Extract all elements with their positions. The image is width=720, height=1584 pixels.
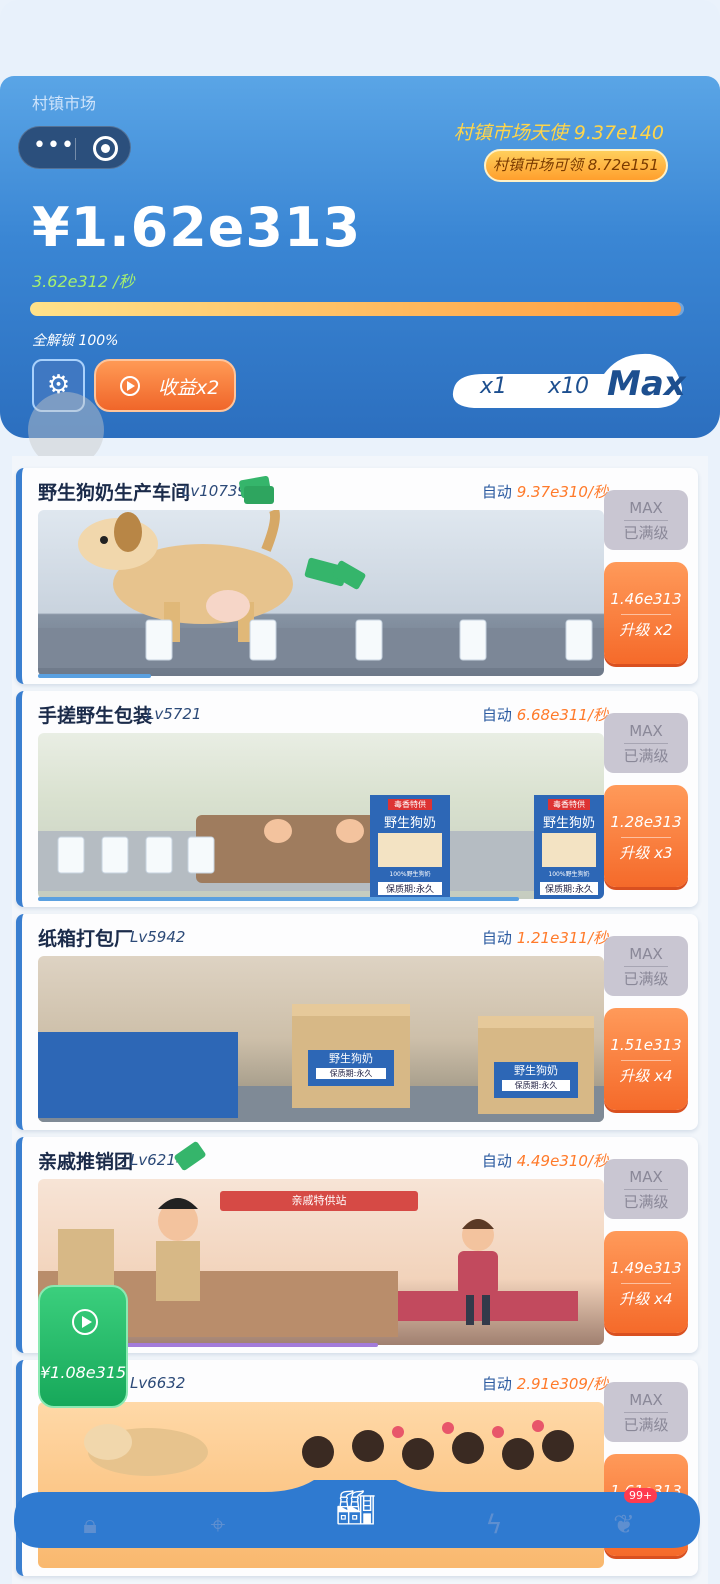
bottom-nav: 🔒︎ ⌖ 🏭︎ ϟ ❦ 99+ (14, 1480, 700, 1566)
card-level: Lv5942 (130, 928, 186, 946)
wings-icon[interactable]: ❦ (602, 1510, 646, 1550)
packaging-scene: 毒香特供 野生狗奶 100%野生狗奶 保质期:永久 毒香特供 野生狗奶 100%… (38, 733, 604, 899)
boost-label: 收益x2 (158, 377, 220, 399)
multiplier-x10[interactable]: x10 (548, 374, 589, 399)
unlock-progress-bar (30, 302, 684, 316)
max-level-badge: MAX 已满级 (604, 490, 688, 550)
play-video-icon (120, 376, 140, 396)
upgrade-button[interactable]: 1.28e313 升级 x3 (604, 785, 688, 887)
max-level-badge: MAX 已满级 (604, 1382, 688, 1442)
crate-label: 野生狗奶 保质期:永久 (494, 1062, 578, 1098)
max-level-badge: MAX 已满级 (604, 936, 688, 996)
more-dots-icon[interactable]: ••• (33, 135, 74, 157)
capsule-divider (75, 138, 76, 160)
card-auto-rate: 自动 9.37e310/秒 (481, 483, 608, 501)
packaging-illustration (38, 795, 604, 899)
card-auto-rate: 自动 2.91e309/秒 (481, 1375, 608, 1393)
close-target-icon[interactable] (93, 136, 118, 161)
upgrade-button[interactable]: 1.51e313 升级 x4 (604, 1008, 688, 1110)
milk-box: 毒香特供 野生狗奶 100%野生狗奶 保质期:永久 (372, 797, 448, 899)
max-level-badge: MAX 已满级 (604, 713, 688, 773)
crate-label: 野生狗奶 保质期:永久 (308, 1050, 394, 1086)
income-rate: 3.62e312 /秒 (32, 272, 135, 291)
card-title: 手搓野生包装 (38, 705, 153, 727)
lightning-icon[interactable]: ϟ (472, 1510, 516, 1550)
milk-factory-scene (38, 510, 604, 676)
production-card: 纸箱打包厂 Lv5942 自动 1.21e311/秒 野生狗奶 保质期:永久 野生… (16, 914, 698, 1130)
miniprogram-capsule[interactable]: ••• (18, 126, 131, 169)
bag-icon[interactable]: 🔒︎ (68, 1510, 112, 1550)
header-panel: 村镇市场 ••• 村镇市场天使 9.37e140 村镇市场可领 8.72e151… (0, 76, 720, 438)
angel-count: 村镇市场天使 9.37e140 (453, 122, 664, 144)
money-total: ¥1.62e313 (32, 196, 362, 259)
unlock-progress-fill (30, 302, 681, 316)
shop-banner: 亲戚特供站 (220, 1191, 418, 1211)
card-progress (38, 674, 152, 678)
production-card: 手搓野生包装 Lv5721 自动 6.68e311/秒 毒香特供 野生狗奶 10… (16, 691, 698, 907)
production-list[interactable]: 野生狗奶生产车间 Lv10739 自动 9.37e310/秒 MAX 已满级 1… (12, 456, 708, 1584)
boost-income-button[interactable]: 收益x2 (94, 359, 236, 412)
card-auto-rate: 自动 6.68e311/秒 (481, 706, 608, 724)
multiplier-x1[interactable]: x1 (480, 374, 507, 399)
cash-icon (172, 1139, 208, 1175)
upgrade-button[interactable]: 1.49e313 升级 x4 (604, 1231, 688, 1333)
claim-angel-button[interactable]: 村镇市场可领 8.72e151 (484, 149, 668, 182)
multiplier-max[interactable]: Max (607, 364, 686, 404)
card-title: 野生狗奶生产车间 (38, 482, 191, 504)
cash-icon (238, 472, 276, 508)
market-name: 村镇市场 (32, 94, 97, 113)
unlock-label: 全解锁 100% (32, 333, 119, 349)
factory-icon[interactable]: 🏭︎ (334, 1488, 378, 1528)
card-auto-rate: 自动 4.49e310/秒 (481, 1152, 608, 1170)
dog-milk-illustration (38, 510, 604, 668)
card-level: Lv6632 (130, 1374, 186, 1392)
upgrade-button[interactable]: 1.46e313 升级 x2 (604, 562, 688, 664)
video-reward-button[interactable]: ¥1.08e315 (38, 1285, 128, 1408)
max-level-badge: MAX 已满级 (604, 1159, 688, 1219)
play-video-icon (72, 1309, 98, 1335)
reward-amount: ¥1.08e315 (40, 1363, 127, 1382)
card-title: 纸箱打包厂 (38, 928, 134, 950)
production-card: 野生狗奶生产车间 Lv10739 自动 9.37e310/秒 MAX 已满级 1… (16, 468, 698, 684)
carton-factory-scene: 野生狗奶 保质期:永久 野生狗奶 保质期:永久 (38, 956, 604, 1122)
multiplier-selector[interactable]: x1 x10 Max (444, 350, 686, 414)
card-title: 亲戚推销团 (38, 1151, 134, 1173)
location-pin-icon[interactable]: ⌖ (196, 1510, 240, 1550)
card-level: Lv5721 (146, 705, 202, 723)
card-progress (38, 897, 520, 901)
card-auto-rate: 自动 1.21e311/秒 (481, 929, 608, 947)
notification-badge: 99+ (624, 1488, 658, 1503)
milk-box: 毒香特供 野生狗奶 100%野生狗奶 保质期:永久 (536, 797, 602, 899)
